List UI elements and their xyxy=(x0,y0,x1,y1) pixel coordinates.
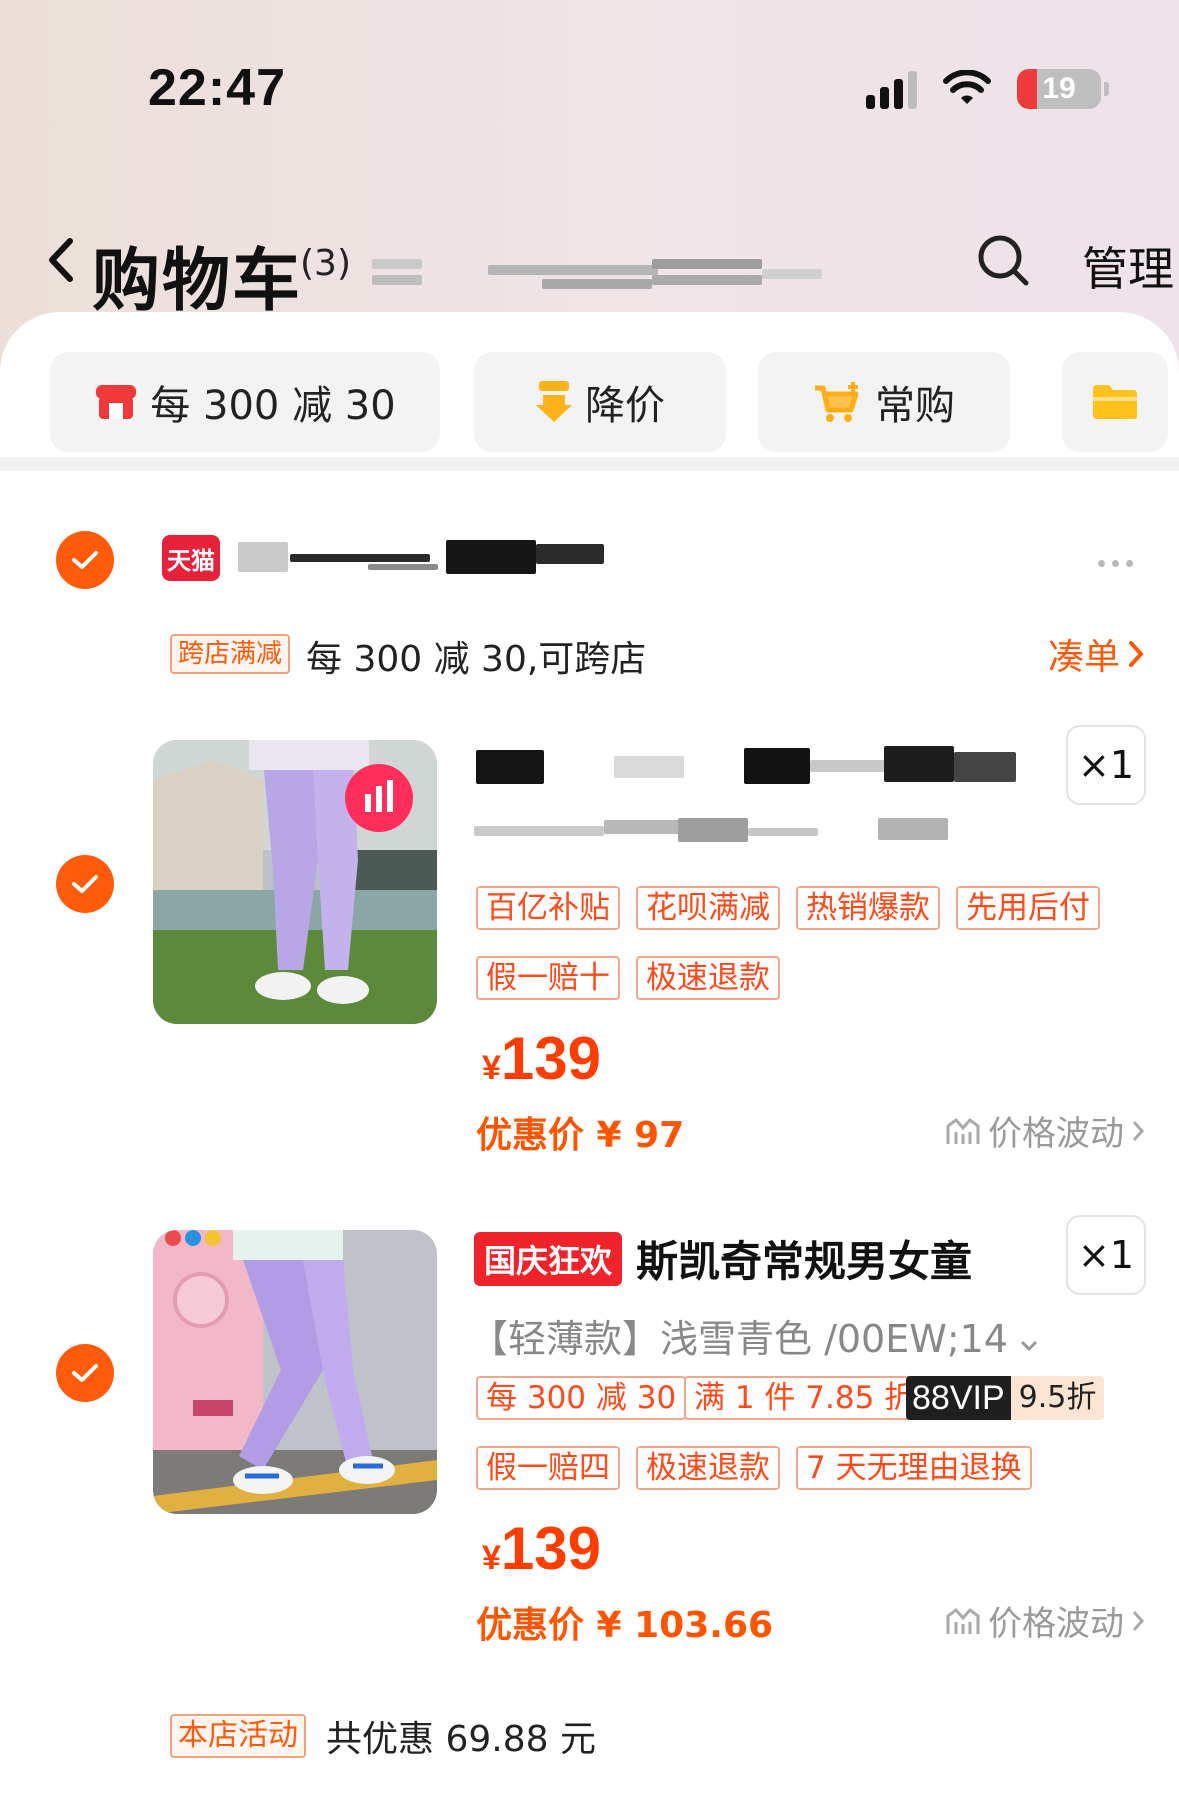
checkmark-icon xyxy=(72,875,98,893)
page-title: 购物车 xyxy=(92,242,303,321)
coudan-link[interactable]: 凑单 xyxy=(1048,628,1144,680)
product-title[interactable]: 国庆狂欢 斯凯奇常规男女童 xyxy=(474,1228,972,1289)
item-price: ¥139 xyxy=(482,1514,601,1583)
more-icon[interactable] xyxy=(1098,560,1133,567)
tag: 百亿补贴 xyxy=(476,886,620,930)
sku-text: 【轻薄款】浅雪青色 /00EW;14 xyxy=(470,1317,1008,1361)
chip-full-reduction[interactable]: 每 300 减 30 xyxy=(50,352,440,452)
discount-price: 优惠价 ¥ 97 xyxy=(476,1115,685,1156)
product-title-blurred[interactable] xyxy=(474,742,1022,852)
cart-count: (3) xyxy=(300,243,351,284)
chip-frequent[interactable]: 常购 xyxy=(758,352,1010,452)
address-bar-blurred[interactable] xyxy=(372,255,822,295)
chip-label: 每 300 减 30 xyxy=(150,383,396,429)
discount-price: 优惠价 ¥ 103.66 xyxy=(476,1605,774,1646)
tag: 满 1 件 7.85 折 xyxy=(684,1376,926,1420)
tag: 极速退款 xyxy=(636,1446,780,1490)
status-icons: 19 xyxy=(866,66,1109,112)
status-time: 22:47 xyxy=(148,59,286,117)
tag: 花呗满减 xyxy=(636,886,780,930)
tag: 先用后付 xyxy=(956,886,1100,930)
sku-selector[interactable]: 【轻薄款】浅雪青色 /00EW;14 xyxy=(470,1308,1038,1363)
store-name-blurred[interactable] xyxy=(238,540,604,580)
cross-store-tag: 跨店满减 xyxy=(170,634,291,674)
store-activity-tag: 本店活动 xyxy=(170,1714,306,1758)
battery-level: 19 xyxy=(1042,72,1076,105)
holiday-badge: 国庆狂欢 xyxy=(474,1232,623,1286)
vip-label: 88VIP xyxy=(906,1376,1011,1420)
store-icon xyxy=(96,385,137,419)
tag: 极速退款 xyxy=(636,956,780,1000)
title-text: 斯凯奇常规男女童 xyxy=(636,1237,973,1286)
tag: 热销爆款 xyxy=(796,886,940,930)
store-discount-total: 共优惠 69.88 元 xyxy=(326,1719,596,1760)
product-photo-lavender-joggers xyxy=(153,1230,437,1514)
folder-icon xyxy=(1093,385,1137,419)
price-trend-link[interactable]: 价格波动 xyxy=(946,1596,1144,1645)
store-checkbox[interactable] xyxy=(56,531,114,589)
chip-label: 降价 xyxy=(585,383,665,429)
chip-price-drop[interactable]: 降价 xyxy=(474,352,726,452)
price-value: 139 xyxy=(500,1025,602,1092)
price-symbol: ¥ xyxy=(482,1049,501,1087)
chart-trend-icon xyxy=(946,1607,980,1634)
nav-bar: 购物车 (3) 管理 xyxy=(0,215,1179,321)
wifi-icon xyxy=(943,70,991,104)
checkmark-icon xyxy=(72,551,98,569)
chevron-right-icon xyxy=(1132,1120,1144,1141)
manage-button[interactable]: 管理 xyxy=(1082,233,1174,299)
search-icon[interactable] xyxy=(976,233,1030,287)
coudan-label: 凑单 xyxy=(1048,637,1121,678)
trend-label: 价格波动 xyxy=(988,1604,1124,1644)
item-price: ¥139 xyxy=(482,1024,601,1093)
chevron-right-icon xyxy=(1129,641,1144,667)
item-checkbox[interactable] xyxy=(56,1344,114,1402)
promo-text: 每 300 减 30,可跨店 xyxy=(306,639,647,680)
section-divider xyxy=(0,457,1179,471)
vip-value: 9.5折 xyxy=(1010,1376,1105,1420)
tag: 7 天无理由退换 xyxy=(796,1446,1032,1490)
battery-icon: 19 xyxy=(1017,69,1109,109)
tag: 假一赔十 xyxy=(476,956,620,1000)
tmall-badge: 天猫 xyxy=(162,535,220,581)
quantity-box[interactable]: ×1 xyxy=(1066,725,1146,805)
item-checkbox[interactable] xyxy=(56,855,114,913)
chevron-right-icon xyxy=(1132,1610,1144,1631)
chip-folder[interactable] xyxy=(1062,352,1168,452)
product-image[interactable] xyxy=(153,740,437,1024)
back-icon[interactable] xyxy=(44,237,80,283)
tag: 假一赔四 xyxy=(476,1446,620,1490)
price-drop-icon xyxy=(536,381,572,422)
price-trend-link[interactable]: 价格波动 xyxy=(946,1106,1144,1155)
quantity-box[interactable]: ×1 xyxy=(1066,1215,1146,1295)
chart-trend-icon xyxy=(946,1117,980,1144)
product-photo-lavender-pants xyxy=(153,740,437,1024)
signal-icon xyxy=(866,69,917,109)
chevron-down-icon xyxy=(1021,1340,1038,1352)
cart-plus-icon xyxy=(815,382,859,422)
product-image[interactable] xyxy=(153,1230,437,1514)
price-value: 139 xyxy=(500,1515,602,1582)
filter-chips: 每 300 减 30 降价 常购 xyxy=(0,312,1179,452)
vip-tag: 88VIP 9.5折 xyxy=(906,1376,1105,1420)
checkmark-icon xyxy=(72,1364,98,1382)
price-symbol: ¥ xyxy=(482,1539,501,1577)
trend-label: 价格波动 xyxy=(988,1114,1124,1154)
tag: 每 300 减 30 xyxy=(476,1376,687,1420)
chip-label: 常购 xyxy=(875,383,955,429)
